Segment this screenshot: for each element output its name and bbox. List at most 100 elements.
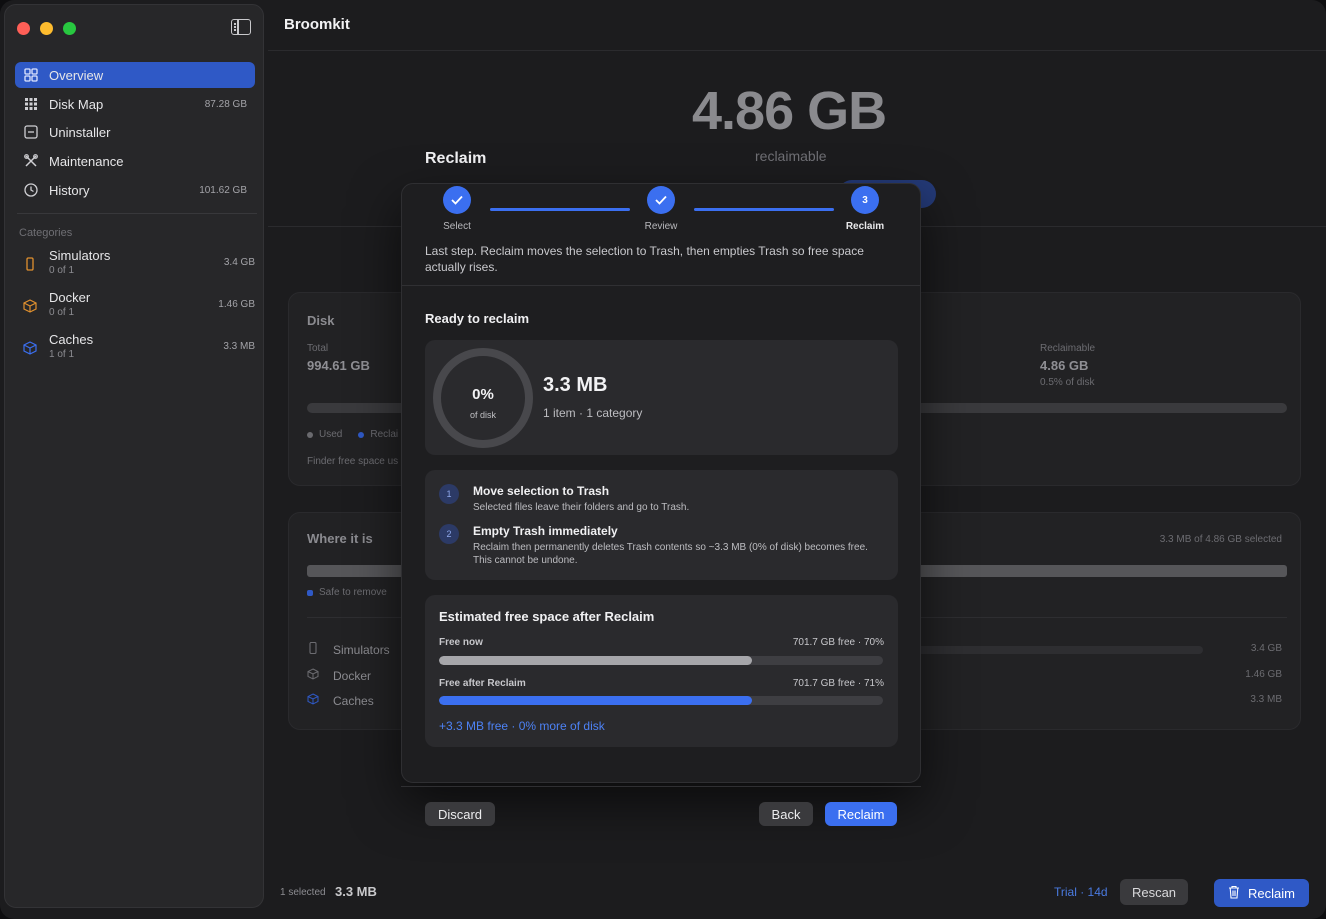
box-icon	[23, 124, 39, 140]
disk-reclaimable-sub: 0.5% of disk	[1040, 377, 1095, 388]
sidebar-toggle-icon[interactable]	[231, 19, 251, 35]
step-reclaim-number: 3	[851, 186, 879, 214]
reclaim-main-label: Reclaim	[1248, 885, 1295, 901]
sidebar: Overview Disk Map 87.28 GB Uninstaller M…	[4, 4, 264, 908]
category-item-docker[interactable]: Docker 0 of 1 1.46 GB	[19, 288, 255, 324]
category-item-caches[interactable]: Caches 1 of 1 3.3 MB	[19, 330, 255, 366]
modal-description: Last step. Reclaim moves the selection t…	[425, 244, 864, 274]
titlebar-divider	[268, 50, 1326, 51]
selection-size: 3.3 MB	[335, 884, 377, 899]
action-description: Reclaim then permanently deletes Trash c…	[473, 542, 868, 566]
rescan-button[interactable]: Rescan	[1120, 879, 1188, 905]
category-item-simulators[interactable]: Simulators 0 of 1 3.4 GB	[19, 246, 255, 282]
step-review-check-icon	[647, 186, 675, 214]
reclaim-confirm-label: Reclaim	[837, 806, 885, 822]
actions-panel: 1 Move selection to Trash Selected files…	[425, 470, 898, 580]
selection-count: 1 selected	[280, 887, 326, 898]
legend-reclaim-label: Reclai	[370, 429, 399, 440]
sidebar-item-label: Disk Map	[49, 96, 104, 112]
where-row-name: Caches	[333, 693, 374, 708]
reclaimable-size: 4.86 GB	[692, 81, 887, 141]
modal-title: Reclaim	[425, 150, 487, 167]
ready-summary: 1 item · 1 category	[543, 406, 643, 420]
trial-link[interactable]: Trial · 14d	[1054, 885, 1108, 899]
sidebar-item-overview[interactable]: Overview	[15, 62, 255, 88]
category-size: 1.46 GB	[218, 299, 255, 310]
cube-icon	[23, 299, 37, 313]
disk-reclaimable-value: 4.86 GB	[1040, 358, 1089, 373]
where-row-docker[interactable]: Docker	[307, 668, 371, 683]
sidebar-item-maintenance[interactable]: Maintenance	[15, 148, 255, 174]
disk-card-title: Disk	[307, 313, 335, 328]
where-row-simulators[interactable]: Simulators	[307, 641, 390, 657]
action-title: Empty Trash immediately	[473, 524, 618, 538]
sidebar-item-history[interactable]: History 101.62 GB	[15, 177, 255, 203]
where-row-value: 3.3 MB	[1250, 694, 1282, 705]
minimize-window-button[interactable]	[40, 22, 53, 35]
back-label: Back	[771, 806, 801, 822]
estimate-delta: +3.3 MB free · 0% more of disk	[439, 719, 605, 733]
grid-icon	[23, 67, 39, 83]
where-selected-summary: 3.3 MB of 4.86 GB selected	[1159, 534, 1282, 545]
estimate-title: Estimated free space after Reclaim	[439, 609, 655, 624]
category-count: 0 of 1	[49, 265, 75, 276]
ring-subtitle: of disk	[469, 410, 496, 420]
disk-percent-ring: 0% of disk	[433, 348, 533, 448]
free-after-label: Free after Reclaim	[439, 678, 526, 689]
trash-icon	[1228, 885, 1240, 902]
free-after-value: 701.7 GB free · 71%	[792, 678, 884, 689]
rescan-label: Rescan	[1131, 884, 1177, 900]
reclaim-main-button[interactable]: Reclaim	[1214, 879, 1309, 907]
legend-dot	[358, 431, 365, 438]
free-now-fill	[439, 656, 753, 665]
cube-icon	[307, 668, 319, 683]
where-row-bar	[909, 646, 1203, 654]
stepper-connector	[490, 208, 630, 211]
modal-divider	[402, 285, 920, 286]
where-row-name: Simulators	[333, 642, 390, 657]
category-name: Caches	[49, 332, 94, 347]
sidebar-item-disk-map[interactable]: Disk Map 87.28 GB	[15, 91, 255, 117]
clock-icon	[23, 182, 39, 198]
step-label-select: Select	[443, 221, 471, 232]
ready-panel: 0% of disk 3.3 MB 1 item · 1 category	[425, 340, 898, 455]
action-title: Move selection to Trash	[473, 484, 610, 498]
step-label-reclaim: Reclaim	[845, 221, 885, 232]
wrench-icon	[23, 153, 39, 169]
sidebar-item-uninstaller[interactable]: Uninstaller	[15, 119, 255, 145]
back-button[interactable]: Back	[759, 802, 813, 826]
free-after-fill	[439, 696, 753, 705]
bottom-bar: 1 selected 3.3 MB Trial · 14d Rescan Rec…	[268, 870, 1326, 915]
legend-dot	[307, 431, 313, 438]
step-label-review: Review	[644, 221, 678, 232]
where-card-title: Where it is	[307, 531, 373, 546]
legend-safe: Safe to remove	[307, 587, 387, 598]
sidebar-item-label: Uninstaller	[49, 124, 111, 140]
cube-icon	[23, 341, 37, 355]
reclaim-confirm-button[interactable]: Reclaim	[825, 802, 897, 826]
squares-icon	[23, 96, 39, 112]
free-now-label: Free now	[439, 637, 483, 648]
app-window: Overview Disk Map 87.28 GB Uninstaller M…	[0, 0, 1326, 919]
free-now-bar	[439, 656, 883, 665]
category-name: Docker	[49, 290, 91, 305]
where-row-caches[interactable]: Caches	[307, 693, 374, 708]
legend-used-label: Used	[319, 429, 343, 440]
disk-reclaimable-label: Reclaimable	[1040, 343, 1096, 354]
action-description: Selected files leave their folders and g…	[473, 502, 690, 513]
close-window-button[interactable]	[17, 22, 30, 35]
legend-used: Used Reclai	[307, 429, 398, 440]
sidebar-item-label: Overview	[49, 67, 104, 83]
zoom-window-button[interactable]	[63, 22, 76, 35]
modal-footer-divider	[401, 786, 921, 787]
ready-size: 3.3 MB	[543, 374, 608, 396]
app-title: Broomkit	[284, 16, 350, 33]
sidebar-item-value: 87.28 GB	[204, 98, 247, 110]
discard-button[interactable]: Discard	[425, 802, 495, 826]
sidebar-item-label: Maintenance	[49, 153, 124, 169]
action-number: 1	[439, 484, 459, 504]
disk-total-value: 994.61 GB	[307, 358, 370, 373]
where-row-value: 3.4 GB	[1250, 643, 1282, 654]
sidebar-item-value: 101.62 GB	[199, 184, 247, 196]
phone-icon	[23, 257, 37, 271]
